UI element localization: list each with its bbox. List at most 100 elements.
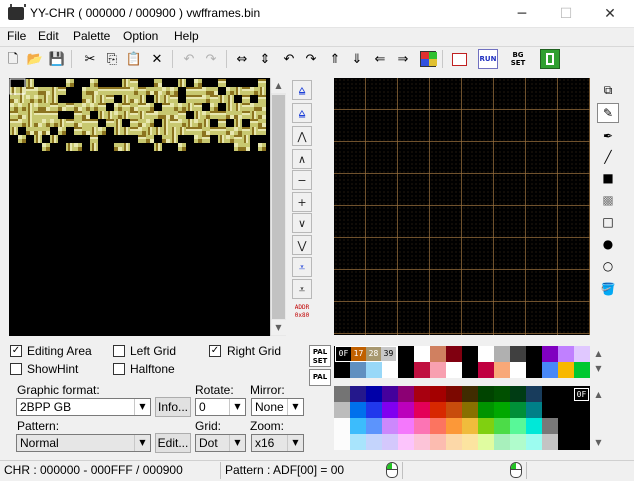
run-icon[interactable]: RUN [478,49,498,69]
master-palette-swatch[interactable] [334,434,350,450]
address-button[interactable]: ADDR 0x80 [292,302,312,322]
save-icon[interactable]: 💾 [47,49,67,69]
menu-edit[interactable]: Edit [38,29,59,43]
menu-option[interactable]: Option [123,29,158,43]
step-plus-button[interactable]: + [292,192,312,212]
line-down-button[interactable]: ∨ [292,213,312,233]
palette-swatch[interactable] [526,346,542,362]
master-palette-swatch[interactable] [478,402,494,418]
pattern-fill-tool-icon[interactable]: ▩ [597,190,619,210]
master-palette-swatch[interactable] [350,402,366,418]
chr-scrollbar[interactable]: ▲ ▼ [270,78,286,336]
master-palette-swatch[interactable] [334,386,350,402]
master-palette-swatch[interactable] [366,434,382,450]
edit-pattern-button[interactable]: Edit... [155,433,191,453]
master-palette-swatch[interactable] [462,386,478,402]
master-palette-swatch[interactable] [478,386,494,402]
menu-file[interactable]: File [7,29,26,43]
left-grid-checkbox[interactable] [113,345,125,357]
master-palette-swatch[interactable] [462,434,478,450]
palette-swatch[interactable] [446,362,462,378]
rotate-right-icon[interactable]: ↷ [301,49,321,69]
master-palette-swatch[interactable] [382,434,398,450]
editing-area-checkbox[interactable]: ✓ [10,345,22,357]
palette-swatch[interactable] [574,362,590,378]
palette-swatch[interactable] [430,362,446,378]
master-palette-swatch[interactable] [446,434,462,450]
halftone-checkbox[interactable] [113,363,125,375]
circle-tool-icon[interactable]: ○ [597,256,619,276]
master-palette-swatch[interactable] [414,418,430,434]
page-top-button[interactable]: ⩠ [292,80,312,100]
rotate-select[interactable]: 0 ▼ [195,398,246,416]
right-grid-checkbox[interactable]: ✓ [209,345,221,357]
master-palette-swatch[interactable] [510,402,526,418]
master-palette-swatch[interactable] [446,418,462,434]
palette-swatch[interactable] [462,346,478,362]
palette-swatch[interactable] [542,346,558,362]
master-palette-swatch[interactable] [446,386,462,402]
scroll-down-arrow[interactable]: ▼ [591,361,606,376]
palette-swatch[interactable] [366,362,382,378]
minimize-button[interactable]: ─ [500,0,544,28]
master-palette-swatch[interactable] [526,418,542,434]
select-tool-icon[interactable]: ⧉ [597,80,619,100]
delete-icon[interactable]: ✕ [147,49,167,69]
palette-swatch[interactable] [334,362,350,378]
pattern-select[interactable]: Normal ▼ [16,434,151,452]
fill-bucket-tool-icon[interactable]: 🪣 [597,279,619,299]
palette-swatch[interactable] [574,346,590,362]
page-up-button[interactable]: ⋀ [292,126,312,146]
palette-swatch[interactable] [478,362,494,378]
master-palette-swatch[interactable] [350,386,366,402]
master-palette-swatch[interactable] [494,418,510,434]
master-palette[interactable] [334,386,590,450]
palette-swatch[interactable] [494,346,510,362]
pattern-icon[interactable] [449,49,469,69]
new-file-icon[interactable]: 🗋 [3,49,23,69]
page-up-fast-button[interactable]: ⩠ [292,103,312,123]
master-palette-swatch[interactable] [478,434,494,450]
palette-swatch[interactable] [446,346,462,362]
info-button[interactable]: Info... [155,397,191,417]
master-palette-swatch[interactable] [414,402,430,418]
master-palette-swatch[interactable] [366,402,382,418]
master-palette-swatch[interactable] [494,434,510,450]
palette-swatch[interactable] [430,346,446,362]
master-palette-swatch[interactable] [510,386,526,402]
filled-rect-tool-icon[interactable]: ■ [597,168,619,188]
shift-left-icon[interactable]: ⇐ [370,49,390,69]
palette-swatch[interactable] [542,362,558,378]
master-palette-swatch[interactable] [334,402,350,418]
master-palette-swatch[interactable] [526,434,542,450]
master-palette-swatch[interactable] [558,434,574,450]
page-down-fast-button[interactable]: ⩡ [292,257,312,277]
master-palette-swatch[interactable] [334,418,350,434]
master-palette-scrollbar[interactable]: ▲ ▼ [591,386,607,451]
maximize-button[interactable]: ☐ [544,0,588,28]
palette-swatch[interactable] [558,346,574,362]
flip-vertical-icon[interactable]: ⇕ [255,49,275,69]
paste-icon[interactable]: 📋 [124,49,144,69]
master-palette-swatch[interactable] [398,434,414,450]
palette-swatch[interactable] [414,346,430,362]
open-folder-icon[interactable]: 📂 [25,49,45,69]
master-palette-swatch[interactable] [574,418,590,434]
master-palette-swatch[interactable] [366,418,382,434]
graphic-format-select[interactable]: 2BPP GB ▼ [16,398,151,416]
edit-canvas[interactable] [334,78,590,335]
palette-swatch[interactable] [414,362,430,378]
master-palette-swatch[interactable] [350,434,366,450]
replace-color-icon[interactable] [418,49,438,69]
step-minus-button[interactable]: − [292,170,312,190]
master-palette-swatch[interactable] [542,418,558,434]
master-palette-swatch[interactable] [366,386,382,402]
shift-up-icon[interactable]: ⇑ [325,49,345,69]
palette-scrollbar[interactable]: ▲ ▼ [591,345,607,377]
master-palette-swatch[interactable] [462,402,478,418]
menu-palette[interactable]: Palette [73,29,110,43]
master-palette-swatch[interactable] [494,402,510,418]
line-up-button[interactable]: ∧ [292,149,312,169]
palette-swatch[interactable] [526,362,542,378]
master-palette-swatch[interactable] [526,386,542,402]
